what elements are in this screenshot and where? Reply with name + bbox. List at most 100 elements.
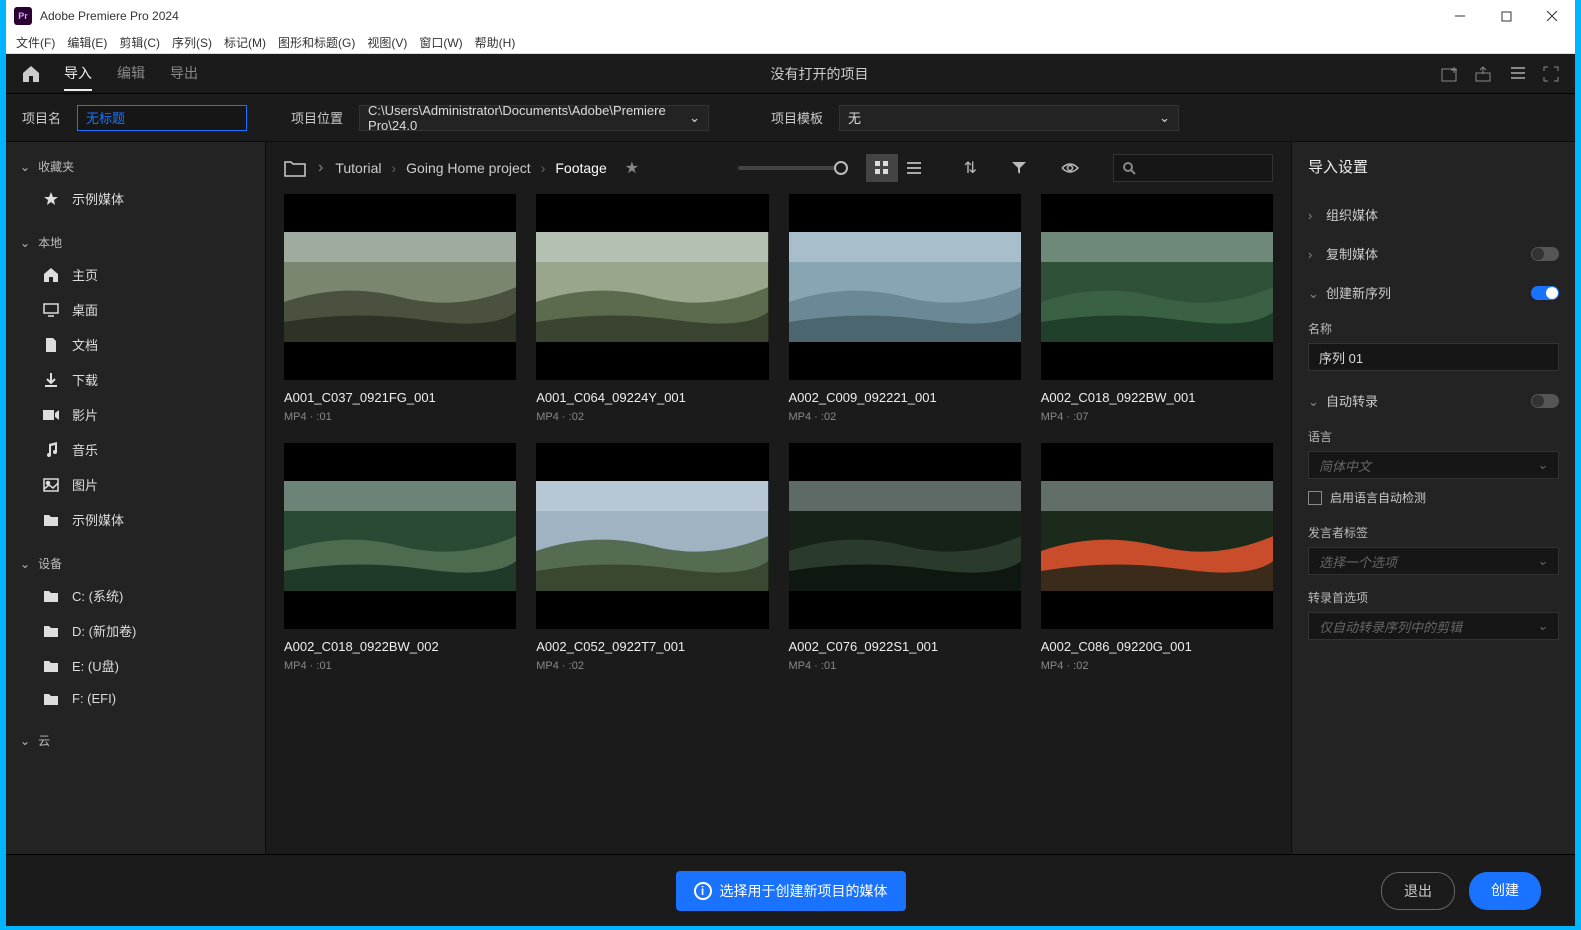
sidebar-item[interactable]: D: (新加卷) [6,613,265,648]
project-location-select[interactable]: C:\Users\Administrator\Documents\Adobe\P… [359,105,709,131]
project-name-input[interactable] [77,105,247,131]
auto-transcribe-toggle[interactable] [1531,394,1559,408]
breadcrumb-item[interactable]: Tutorial [335,160,381,176]
sidebar-section-header[interactable]: ⌄设备 [6,549,265,578]
auto-detect-checkbox[interactable] [1308,491,1322,505]
media-thumbnail [1041,443,1273,629]
chevron-down-icon: ⌄ [1159,110,1170,126]
media-card[interactable]: A002_C086_09220G_001MP4 · :02 [1041,443,1273,672]
media-meta: MP4 · :01 [284,411,516,423]
media-card[interactable]: A002_C009_092221_001MP4 · :02 [789,194,1021,423]
sequence-name-input[interactable] [1308,343,1559,371]
sidebar-item[interactable]: 桌面 [6,292,265,327]
speaker-select[interactable]: 选择一个选项⌄ [1308,547,1559,575]
sidebar-section-header[interactable]: ⌄本地 [6,228,265,257]
close-button[interactable] [1529,0,1575,32]
media-card[interactable]: A001_C064_09224Y_001MP4 · :02 [536,194,768,423]
thumbnail-size-slider[interactable] [738,166,848,170]
sidebar-item[interactable]: 示例媒体 [6,502,265,537]
menu-item[interactable]: 文件(F) [16,34,55,51]
doc-icon [42,337,60,353]
media-card[interactable]: A002_C018_0922BW_001MP4 · :07 [1041,194,1273,423]
minimize-button[interactable] [1437,0,1483,32]
breadcrumb-separator: › [392,160,397,176]
sidebar-item[interactable]: 下载 [6,362,265,397]
project-location-label: 项目位置 [291,108,343,127]
list-view-button[interactable] [898,154,930,182]
sidebar-item[interactable]: E: (U盘) [6,648,265,683]
create-button[interactable]: 创建 [1469,872,1541,910]
sidebar-section-header[interactable]: ⌄收藏夹 [6,152,265,181]
folder-icon [42,513,60,527]
folder-icon[interactable] [284,159,306,177]
sidebar-item[interactable]: C: (系统) [6,578,265,613]
menu-item[interactable]: 图形和标题(G) [278,34,355,51]
project-controls: 项目名 项目位置 C:\Users\Administrator\Document… [6,94,1575,142]
project-template-select[interactable]: 无 ⌄ [839,105,1179,131]
sidebar-item-label: 图片 [72,475,98,494]
sidebar-item[interactable]: 示例媒体 [6,181,265,216]
sidebar-item[interactable]: F: (EFI) [6,683,265,714]
menu-item[interactable]: 视图(V) [367,34,407,51]
menu-item[interactable]: 编辑(E) [67,34,107,51]
export-icon[interactable] [1475,66,1493,82]
favorite-star-icon[interactable]: ★ [625,158,639,178]
workspace-tab[interactable]: 导出 [170,57,198,91]
create-sequence-section[interactable]: ⌄创建新序列 [1308,273,1559,312]
grid-view-button[interactable] [866,154,898,182]
menu-item[interactable]: 窗口(W) [419,34,462,51]
menu-item[interactable]: 帮助(H) [475,34,516,51]
sequence-name-label: 名称 [1308,320,1559,337]
eye-icon[interactable] [1061,162,1079,174]
sidebar-item[interactable]: 音乐 [6,432,265,467]
home-button[interactable] [16,59,46,89]
sidebar-item[interactable]: 文档 [6,327,265,362]
project-location-value: C:\Users\Administrator\Documents\Adobe\P… [368,103,689,133]
media-card[interactable]: A002_C052_0922T7_001MP4 · :02 [536,443,768,672]
media-thumbnail [1041,194,1273,380]
sidebar-item[interactable]: 图片 [6,467,265,502]
sidebar-item[interactable]: 影片 [6,397,265,432]
exit-button[interactable]: 退出 [1381,872,1455,910]
copy-media-toggle[interactable] [1531,247,1559,261]
media-card[interactable]: A002_C018_0922BW_002MP4 · :01 [284,443,516,672]
sort-icon[interactable]: ⇅ [964,158,977,178]
breadcrumb-separator: › [541,160,546,176]
fullscreen-icon[interactable] [1543,66,1559,82]
new-bin-icon[interactable] [1441,66,1459,82]
language-select[interactable]: 简体中文⌄ [1308,451,1559,479]
sidebar-section-header[interactable]: ⌄云 [6,726,265,755]
breadcrumb-item[interactable]: Going Home project [406,160,531,176]
chevron-down-icon: ⌄ [1537,457,1548,473]
chevron-down-icon: ⌄ [1537,553,1548,569]
chevron-down-icon: ⌄ [20,734,30,748]
organize-media-section[interactable]: ›组织媒体 [1308,195,1559,234]
sidebar-item[interactable]: 主页 [6,257,265,292]
media-filename: A001_C037_0921FG_001 [284,390,516,405]
breadcrumb-item[interactable]: Footage [555,160,606,176]
speaker-label: 发言者标签 [1308,524,1559,541]
media-card[interactable]: A002_C076_0922S1_001MP4 · :01 [789,443,1021,672]
media-filename: A002_C076_0922S1_001 [789,639,1021,654]
transcribe-preset-select[interactable]: 仅自动转录序列中的剪辑⌄ [1308,612,1559,640]
sidebar-item-label: 文档 [72,335,98,354]
search-input[interactable] [1113,154,1273,182]
create-sequence-toggle[interactable] [1531,286,1559,300]
filter-icon[interactable] [1011,161,1027,175]
maximize-button[interactable] [1483,0,1529,32]
menu-item[interactable]: 序列(S) [172,34,212,51]
menu-item[interactable]: 剪辑(C) [119,34,160,51]
menu-item[interactable]: 标记(M) [224,34,266,51]
sidebar-item-label: 音乐 [72,440,98,459]
menu-icon[interactable] [1509,66,1527,82]
folder-icon [42,589,60,603]
auto-transcribe-section[interactable]: ⌄自动转录 [1308,381,1559,420]
language-label: 语言 [1308,428,1559,445]
footer: i 选择用于创建新项目的媒体 退出 创建 [6,854,1575,926]
workspace-tab[interactable]: 导入 [64,57,92,91]
copy-media-section[interactable]: ›复制媒体 [1308,234,1559,273]
import-settings-panel: 导入设置 ›组织媒体 ›复制媒体 ⌄创建新序列 名称 ⌄自动转录 [1291,142,1575,854]
workspace-tab[interactable]: 编辑 [117,57,145,91]
media-filename: A002_C086_09220G_001 [1041,639,1273,654]
media-card[interactable]: A001_C037_0921FG_001 MP4 · :01 [284,194,516,423]
